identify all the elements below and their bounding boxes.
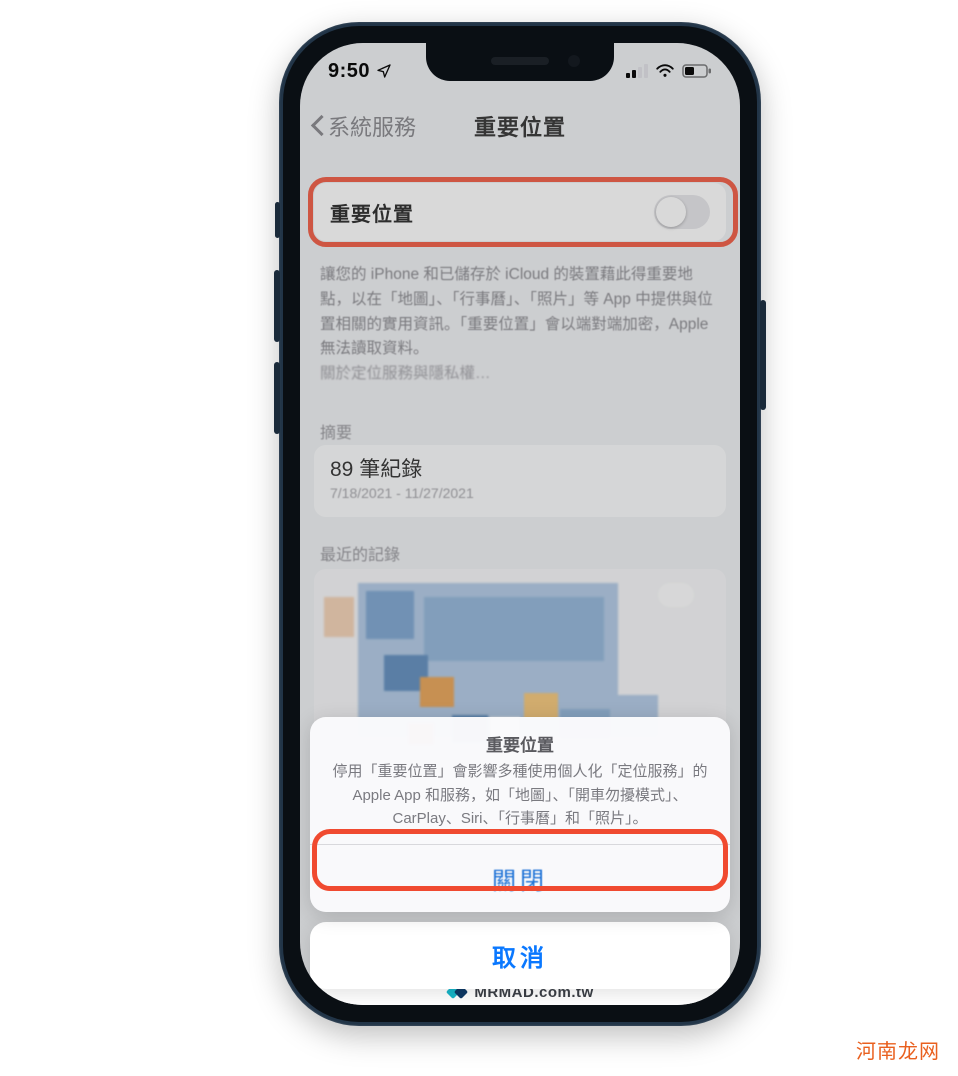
sheet-message: 停用「重要位置」會影響多種使用個人化「定位服務」的 Apple App 和服務，… [332,760,708,830]
battery-icon [682,64,712,78]
mute-switch [275,202,280,238]
watermark: 河南龙网 [856,1035,940,1064]
location-arrow-icon [376,63,392,79]
phone-frame: 9:50 [279,22,761,1026]
records-row[interactable]: 89 筆紀錄 7/18/2021 - 11/27/2021 [314,445,726,517]
cellular-icon [626,64,648,78]
status-time: 9:50 [328,60,370,83]
significant-locations-row[interactable]: 重要位置 [314,183,726,241]
toggle-label: 重要位置 [330,198,414,227]
records-subtitle: 7/18/2021 - 11/27/2021 [330,485,710,501]
action-sheet: 重要位置 停用「重要位置」會影響多種使用個人化「定位服務」的 Apple App… [310,717,730,989]
sheet-cancel-button[interactable]: 取消 [310,922,730,989]
volume-up-button [274,270,280,342]
section-header-recent: 最近的記錄 [320,541,400,565]
section-header-summary: 摘要 [320,419,352,443]
sheet-close-button[interactable]: 關閉 [310,845,730,912]
toggle-knob [656,197,686,227]
sheet-title: 重要位置 [332,731,708,756]
description-text: 讓您的 iPhone 和已儲存於 iCloud 的裝置藉此得重要地點，以在「地圖… [320,263,718,387]
privacy-link[interactable]: 關於定位服務與隱私權… [320,365,491,382]
notch [426,43,614,81]
significant-locations-toggle[interactable] [654,195,710,229]
wifi-icon [655,64,675,78]
phone-screen: 9:50 [300,43,740,1005]
page-title: 重要位置 [300,110,740,142]
navigation-bar: 系統服務 重要位置 [300,99,740,153]
power-button [760,300,766,410]
volume-down-button [274,362,280,434]
records-title: 89 筆紀錄 [330,453,710,483]
